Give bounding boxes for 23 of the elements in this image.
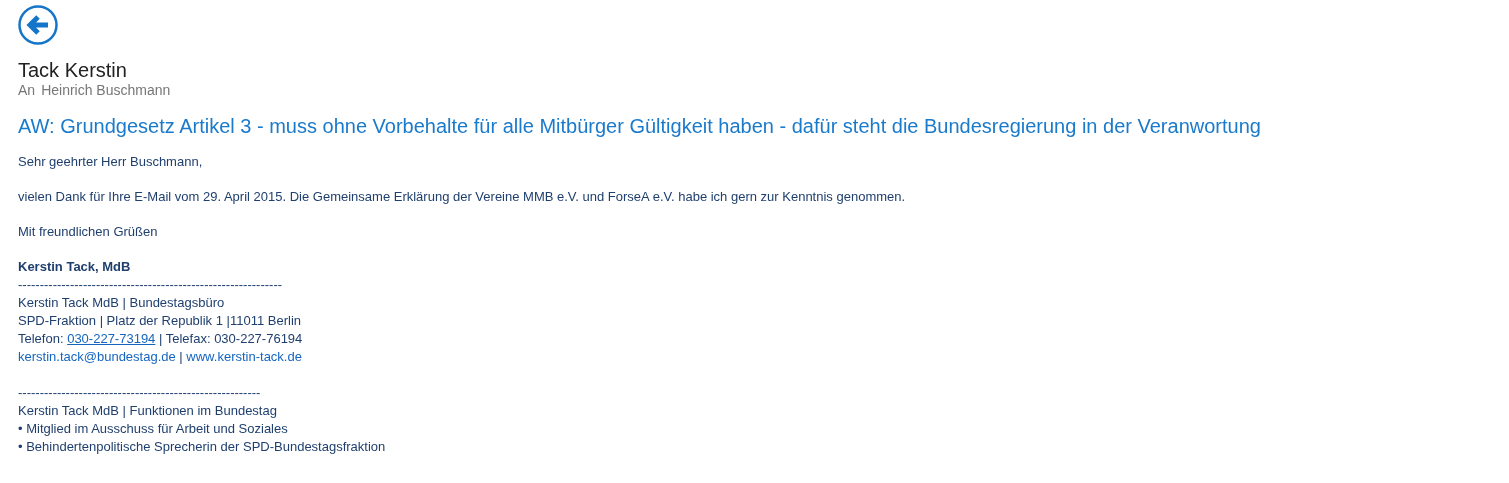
signature-text: |	[178, 348, 184, 366]
signature-text: | Telefax: 030-227-76194	[157, 330, 303, 348]
signature-text: • Mitglied im Ausschuss für Arbeit und Soziales	[18, 420, 288, 438]
signature-text: • Behindertenpolitische Sprecherin der SPD-Bundestagsfraktion	[18, 438, 386, 456]
signature-text: Kerstin Tack MdB | Funktionen im Bundestag	[18, 402, 277, 420]
back-button[interactable]	[18, 5, 58, 45]
recipient-name: Heinrich Buschmann	[41, 82, 171, 99]
back-icon	[18, 5, 58, 45]
sender-name: Tack Kerstin	[18, 58, 127, 82]
signature-text: -------------------------------------------------------------	[18, 276, 283, 294]
signature-link[interactable]: www.kerstin-tack.de	[186, 348, 302, 366]
signature-text: SPD-Fraktion | Platz der Republik 1 |11011 Berlin	[18, 312, 302, 330]
signature-link[interactable]: 030-227-73194	[67, 330, 156, 348]
signature-text: Kerstin Tack MdB | Bundestagsbüro	[18, 294, 225, 312]
signature-link[interactable]: kerstin.tack@bundestag.de	[18, 348, 176, 366]
signature-name: Kerstin Tack, MdB	[18, 258, 131, 276]
body-paragraph: Sehr geehrter Herr Buschmann,	[18, 153, 203, 171]
body-paragraph: vielen Dank für Ihre E-Mail vom 29. April 2015. Die Gemeinsame Erklärung der Vereine MMB e.V. und ForseA e.V. habe ich gern zur Kenntnis genommen.	[18, 188, 906, 206]
signature-text: --------------------------------------------------------	[18, 384, 261, 402]
email-subject: AW: Grundgesetz Artikel 3 - muss ohne Vorbehalte für alle Mitbürger Gültigkeit haben - dafür steht die Bundesregierung in der Veranwortung	[18, 114, 1261, 138]
body-paragraph: Mit freundlichen Grüßen	[18, 223, 158, 241]
signature-text: Telefon:	[18, 330, 65, 348]
to-label: An	[18, 82, 36, 99]
